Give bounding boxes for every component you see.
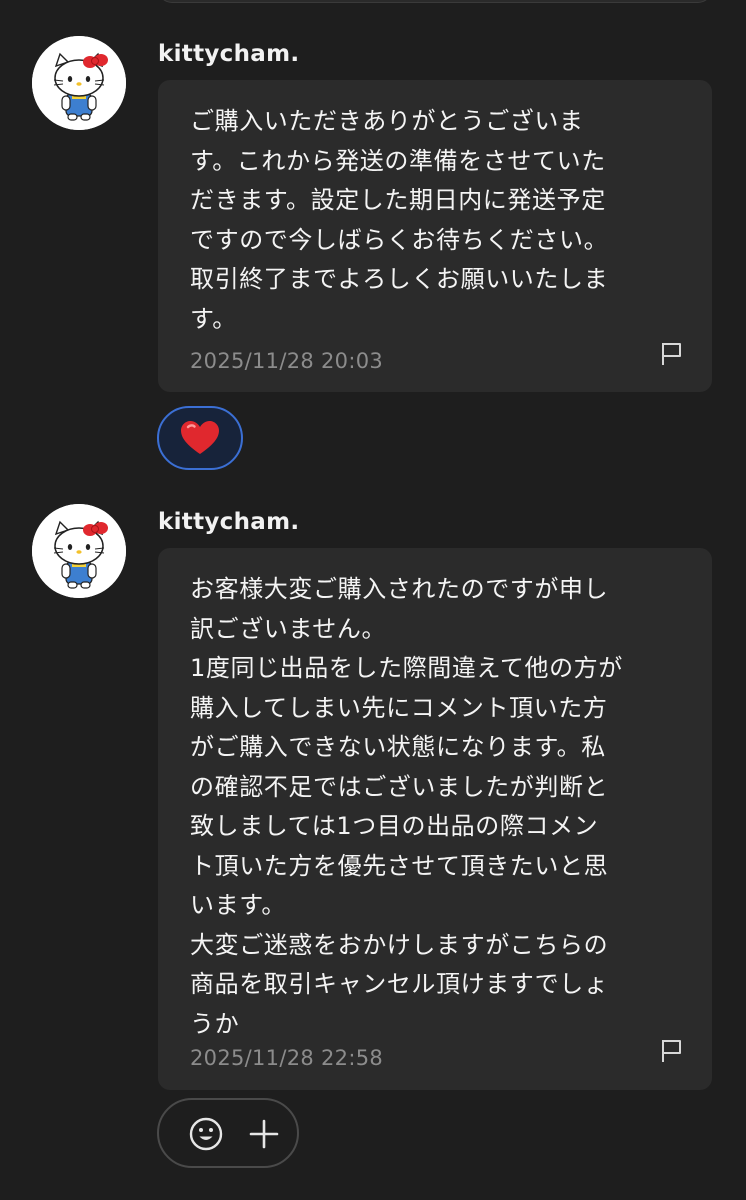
message-timestamp: 2025/11/28 20:03: [190, 349, 384, 373]
avatar[interactable]: [32, 36, 126, 130]
report-button[interactable]: [658, 340, 686, 368]
plus-icon: [249, 1119, 279, 1149]
report-button[interactable]: [658, 1037, 686, 1065]
message-text: お客様大変ご購入されたのですが申し 訳ございません。 1度同じ出品をした際間違え…: [190, 575, 623, 1038]
message-timestamp: 2025/11/28 22:58: [190, 1046, 384, 1070]
message-text: ご購入いただきありがとうございま す。これから発送の準備をさせていた だきます。…: [190, 107, 609, 333]
message-bubble: お客様大変ご購入されたのですが申し 訳ございません。 1度同じ出品をした際間違え…: [158, 548, 712, 1090]
flag-icon: [662, 343, 681, 365]
sender-name[interactable]: kittycham.: [158, 41, 299, 67]
avatar[interactable]: [32, 504, 126, 598]
add-button[interactable]: [245, 1115, 283, 1153]
add-emoji-button[interactable]: [187, 1115, 225, 1153]
reaction-actions: [157, 1098, 299, 1168]
hello-kitty-avatar-icon: [32, 504, 126, 598]
heart-reaction[interactable]: [157, 406, 243, 470]
smiley-face-icon: [189, 1117, 223, 1151]
heart-icon: [181, 421, 219, 454]
sender-name[interactable]: kittycham.: [158, 509, 299, 535]
hello-kitty-avatar-icon: [32, 36, 126, 130]
flag-icon: [662, 1040, 681, 1062]
previous-message-bubble: [158, 0, 712, 3]
message-bubble: ご購入いただきありがとうございま す。これから発送の準備をさせていた だきます。…: [158, 80, 712, 392]
